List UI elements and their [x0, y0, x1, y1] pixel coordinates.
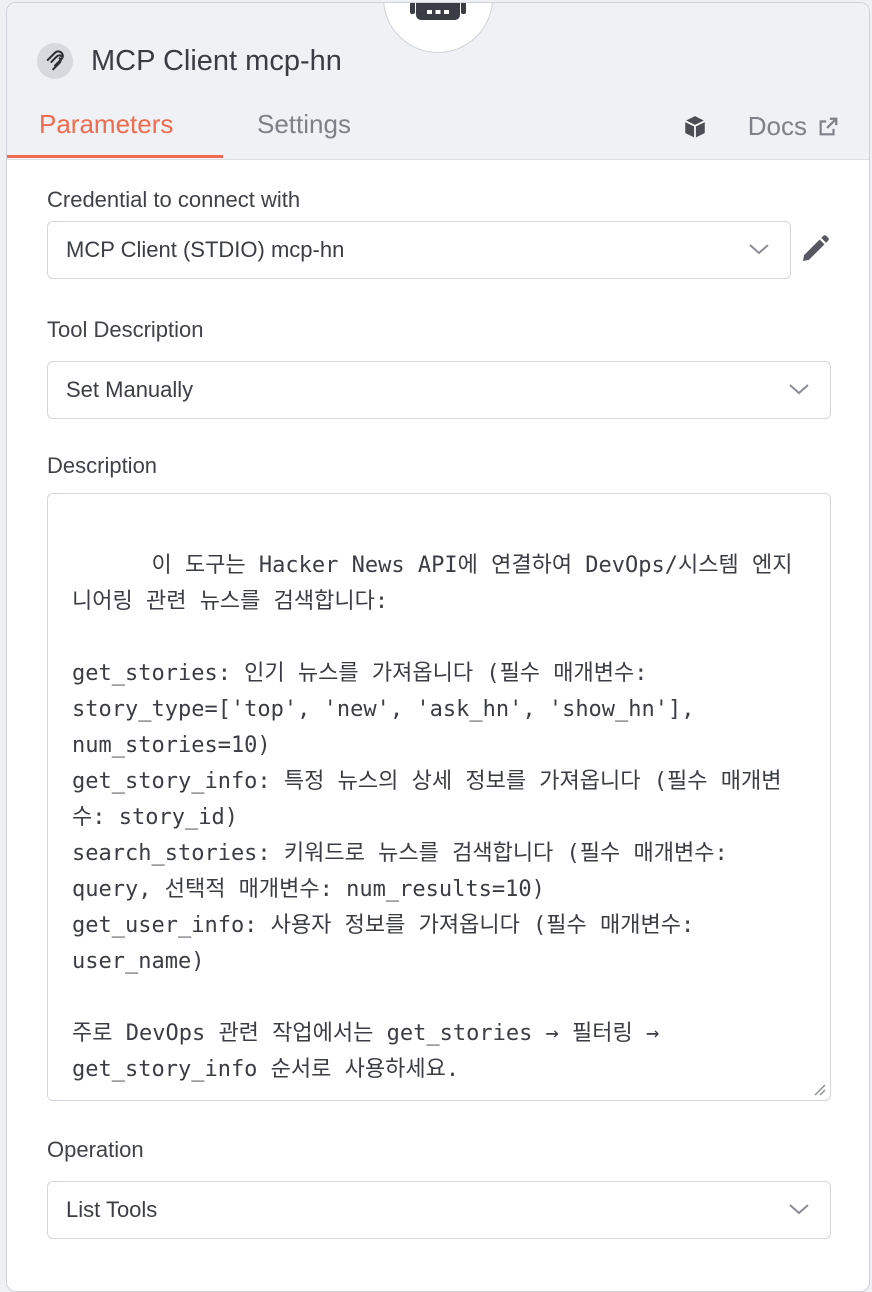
- external-link-icon[interactable]: [817, 116, 839, 138]
- robot-icon: [410, 3, 466, 20]
- credential-label: Credential to connect with: [47, 187, 301, 212]
- node-title-row: MCP Client mcp-hn: [37, 39, 342, 83]
- chevron-down-icon: [789, 1204, 809, 1215]
- operation-label: Operation: [47, 1137, 144, 1162]
- node-title[interactable]: MCP Client mcp-hn: [91, 45, 342, 78]
- description-text: 이 도구는 Hacker News API에 연결하여 DevOps/시스템 엔…: [72, 553, 793, 1082]
- description-label: Description: [47, 453, 158, 478]
- tool-description-label: Tool Description: [47, 317, 204, 342]
- operation-value: List Tools: [66, 1197, 158, 1222]
- tool-description-value: Set Manually: [66, 377, 194, 402]
- tool-description-select[interactable]: Set Manually: [47, 361, 831, 419]
- mcp-icon: [37, 43, 73, 79]
- chevron-down-icon: [789, 384, 809, 395]
- node-details-panel: MCP Client mcp-hn Parameters Settings Do…: [6, 2, 870, 1292]
- chevron-down-icon: [749, 244, 769, 255]
- active-tab-indicator: [7, 155, 223, 158]
- docs-link[interactable]: Docs: [748, 111, 807, 142]
- cube-icon[interactable]: [682, 114, 708, 140]
- description-textarea[interactable]: 이 도구는 Hacker News API에 연결하여 DevOps/시스템 엔…: [47, 493, 831, 1101]
- credential-select[interactable]: MCP Client (STDIO) mcp-hn: [47, 221, 791, 279]
- resize-handle-icon[interactable]: [812, 1082, 826, 1096]
- tab-bar: Parameters Settings Docs: [7, 103, 869, 159]
- panel-header: MCP Client mcp-hn Parameters Settings Do…: [7, 3, 869, 160]
- docs-link-area: Docs: [682, 111, 839, 142]
- credential-value: MCP Client (STDIO) mcp-hn: [66, 237, 345, 262]
- tab-settings[interactable]: Settings: [257, 109, 351, 140]
- node-badge: [383, 3, 493, 53]
- pencil-icon[interactable]: [799, 233, 831, 265]
- tab-parameters[interactable]: Parameters: [39, 109, 173, 140]
- operation-select[interactable]: List Tools: [47, 1181, 831, 1239]
